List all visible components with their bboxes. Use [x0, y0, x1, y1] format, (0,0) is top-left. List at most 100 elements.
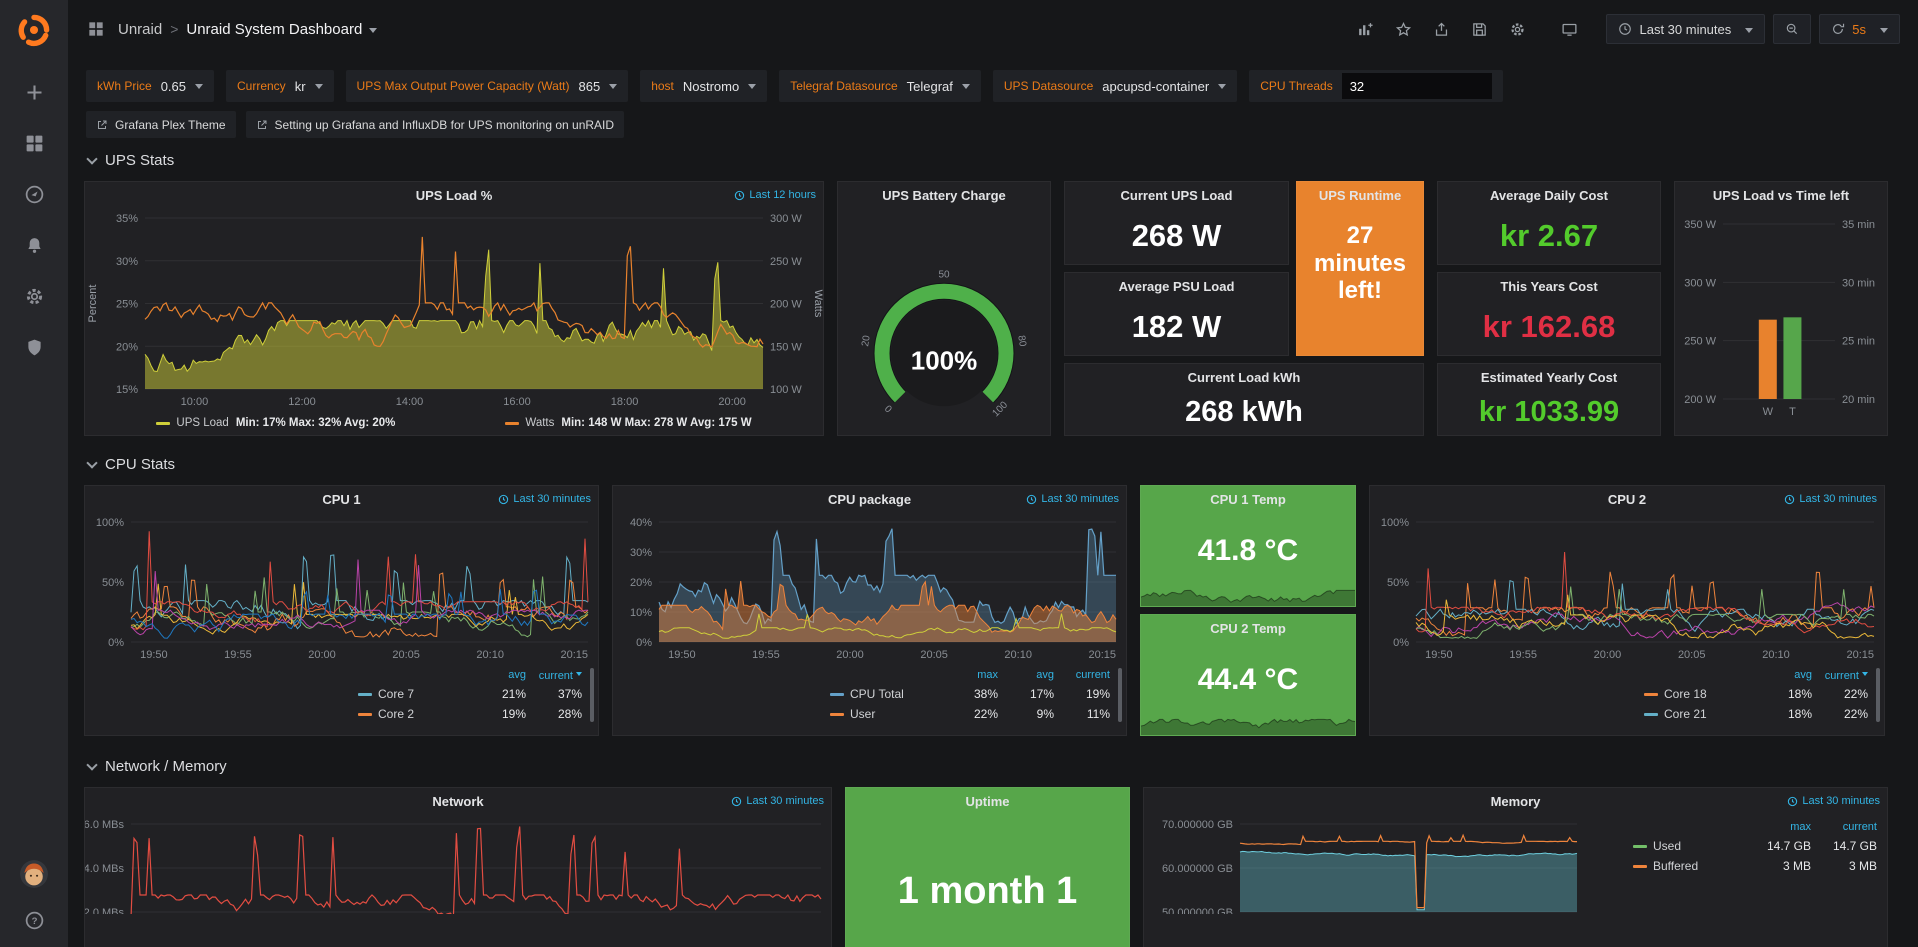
time-picker-button[interactable]: Last 30 minutes: [1606, 14, 1765, 44]
create-plus-icon[interactable]: [24, 82, 45, 103]
legend-scrollbar[interactable]: [1118, 668, 1122, 722]
legend-series-name[interactable]: Core 18: [1664, 687, 1707, 701]
cpu1-chart[interactable]: 100%50%0%19:5019:5520:0020:0520:1020:15: [85, 512, 598, 664]
panel-title[interactable]: CPU package: [828, 492, 911, 507]
legend-row[interactable]: Buffered3 MB3 MB: [1633, 856, 1877, 876]
legend-item[interactable]: UPS LoadMin: 17% Max: 32% Avg: 20%: [156, 417, 395, 429]
link-grafana-plex-theme[interactable]: Grafana Plex Theme: [86, 111, 236, 138]
grafana-logo[interactable]: [16, 12, 52, 48]
legend-row[interactable]: Core 1818%22%: [1644, 684, 1868, 704]
legend-series-name[interactable]: UPS Load: [176, 417, 228, 429]
battery-gauge[interactable]: 0205080100100%: [838, 208, 1050, 435]
panel-title[interactable]: Uptime: [965, 794, 1009, 809]
panel-title[interactable]: CPU 1 Temp: [1210, 492, 1286, 507]
panel-title[interactable]: Current Load kWh: [1188, 370, 1301, 385]
cpu2-chart[interactable]: 100%50%0%19:5019:5520:0020:0520:1020:15: [1370, 512, 1884, 664]
legend-series-name[interactable]: User: [850, 707, 875, 721]
legend-series-name[interactable]: Core 2: [378, 707, 414, 721]
legend-column-header[interactable]: current: [1054, 669, 1110, 681]
svg-text:2.0 MBs: 2.0 MBs: [85, 907, 124, 914]
section-cpu-stats[interactable]: CPU Stats: [84, 446, 1902, 477]
clock-icon: [1026, 494, 1037, 505]
svg-text:200 W: 200 W: [770, 299, 802, 311]
legend-series-name[interactable]: CPU Total: [850, 687, 904, 701]
settings-gear-button[interactable]: [1502, 15, 1532, 43]
variable-currency[interactable]: Currency kr: [226, 70, 334, 102]
section-ups-stats[interactable]: UPS Stats: [84, 142, 1902, 173]
legend-row[interactable]: Used14.7 GB14.7 GB: [1633, 836, 1877, 856]
panel-title[interactable]: UPS Load vs Time left: [1713, 188, 1849, 203]
refresh-button[interactable]: 5s: [1819, 14, 1900, 44]
user-avatar[interactable]: [20, 860, 48, 888]
panel-title[interactable]: This Years Cost: [1500, 279, 1597, 294]
link-ups-monitoring-guide[interactable]: Setting up Grafana and InfluxDB for UPS …: [246, 111, 625, 138]
panel-title[interactable]: Current UPS Load: [1121, 188, 1233, 203]
variable-telegraf-datasource[interactable]: Telegraf Datasource Telegraf: [779, 70, 981, 102]
configuration-gear-icon[interactable]: [24, 286, 45, 307]
panel-title[interactable]: Average PSU Load: [1119, 279, 1235, 294]
legend-scrollbar[interactable]: [1876, 668, 1880, 722]
refresh-interval-label[interactable]: 5s: [1852, 22, 1866, 37]
variable-host[interactable]: host Nostromo: [640, 70, 767, 102]
share-button[interactable]: [1426, 15, 1456, 43]
legend-column-header[interactable]: current: [1812, 669, 1868, 682]
svg-text:150 W: 150 W: [770, 341, 802, 353]
title-caret-down-icon[interactable]: [369, 28, 377, 37]
legend-column-header[interactable]: avg: [998, 669, 1054, 681]
legend-series-name[interactable]: Core 7: [378, 687, 414, 701]
legend-series-name[interactable]: Watts: [525, 417, 554, 429]
template-variables-row: kWh Price 0.65 Currency kr UPS Max Outpu…: [68, 58, 1918, 102]
legend-column-header[interactable]: max: [1745, 821, 1811, 833]
legend-item[interactable]: WattsMin: 148 W Max: 278 W Avg: 175 W: [505, 417, 751, 429]
legend-column-header[interactable]: max: [942, 669, 998, 681]
alerting-bell-icon[interactable]: [24, 235, 45, 256]
star-button[interactable]: [1388, 15, 1418, 43]
breadcrumb-app[interactable]: Unraid: [118, 21, 162, 38]
legend-column-header[interactable]: current: [526, 669, 582, 682]
memory-legend: maxcurrent Used14.7 GB14.7 GBBuffered3 MB…: [1633, 818, 1877, 876]
variable-ups-max-output[interactable]: UPS Max Output Power Capacity (Watt) 865: [346, 70, 629, 102]
legend-scrollbar[interactable]: [590, 668, 594, 722]
network-chart[interactable]: 6.0 MBs4.0 MBs2.0 MBs: [85, 814, 831, 914]
legend-row[interactable]: CPU Total38%17%19%: [830, 684, 1110, 704]
legend-series-name[interactable]: Buffered: [1653, 859, 1698, 873]
legend-column-header[interactable]: avg: [1756, 669, 1812, 681]
panel-title[interactable]: Average Daily Cost: [1490, 188, 1608, 203]
memory-chart[interactable]: 70.000000 GB60.000000 GB50.000000 GB: [1144, 814, 1587, 914]
dashboard-title[interactable]: Unraid System Dashboard: [186, 21, 362, 38]
kiosk-tv-button[interactable]: [1554, 15, 1584, 43]
legend-column-header[interactable]: avg: [470, 669, 526, 681]
panel-title[interactable]: UPS Battery Charge: [882, 188, 1006, 203]
dashboards-icon[interactable]: [24, 133, 45, 154]
panel-title[interactable]: CPU 2: [1608, 492, 1646, 507]
panel-title[interactable]: Memory: [1491, 794, 1541, 809]
ups-load-chart[interactable]: 35%300 W30%250 W25%200 W20%150 W15%100 W…: [85, 208, 823, 411]
panel-title[interactable]: UPS Runtime: [1319, 188, 1401, 203]
legend-series-name[interactable]: Used: [1653, 839, 1681, 853]
help-icon[interactable]: ?: [24, 910, 45, 931]
variable-ups-datasource[interactable]: UPS Datasource apcupsd-container: [993, 70, 1237, 102]
panel-title[interactable]: CPU 1: [322, 492, 360, 507]
legend-column-header[interactable]: current: [1811, 821, 1877, 833]
legend-series-name[interactable]: Core 21: [1664, 707, 1707, 721]
explore-compass-icon[interactable]: [24, 184, 45, 205]
panel-title[interactable]: Estimated Yearly Cost: [1481, 370, 1617, 385]
section-network-memory[interactable]: Network / Memory: [84, 748, 1902, 779]
add-panel-button[interactable]: [1350, 15, 1380, 43]
save-button[interactable]: [1464, 15, 1494, 43]
panel-title[interactable]: CPU 2 Temp: [1210, 621, 1286, 636]
variable-kwh-price[interactable]: kWh Price 0.65: [86, 70, 214, 102]
admin-shield-icon[interactable]: [24, 337, 45, 358]
panel-title[interactable]: Network: [432, 794, 483, 809]
panel-title[interactable]: UPS Load %: [416, 188, 493, 203]
ups-vs-time-chart[interactable]: 350 W35 min300 W30 min250 W25 min200 W20…: [1675, 208, 1887, 435]
legend-row[interactable]: User22%9%11%: [830, 704, 1110, 724]
zoom-out-button[interactable]: [1773, 14, 1811, 44]
cpu-package-chart[interactable]: 40%30%20%10%0%19:5019:5520:0020:0520:102…: [613, 512, 1126, 664]
cpu-threads-input[interactable]: [1342, 73, 1492, 99]
legend-row[interactable]: Core 2118%22%: [1644, 704, 1868, 724]
refresh-caret-down-icon[interactable]: [1880, 28, 1888, 37]
legend-row[interactable]: Core 219%28%: [358, 704, 582, 724]
dashboard-grid-icon[interactable]: [86, 19, 106, 39]
legend-row[interactable]: Core 721%37%: [358, 684, 582, 704]
